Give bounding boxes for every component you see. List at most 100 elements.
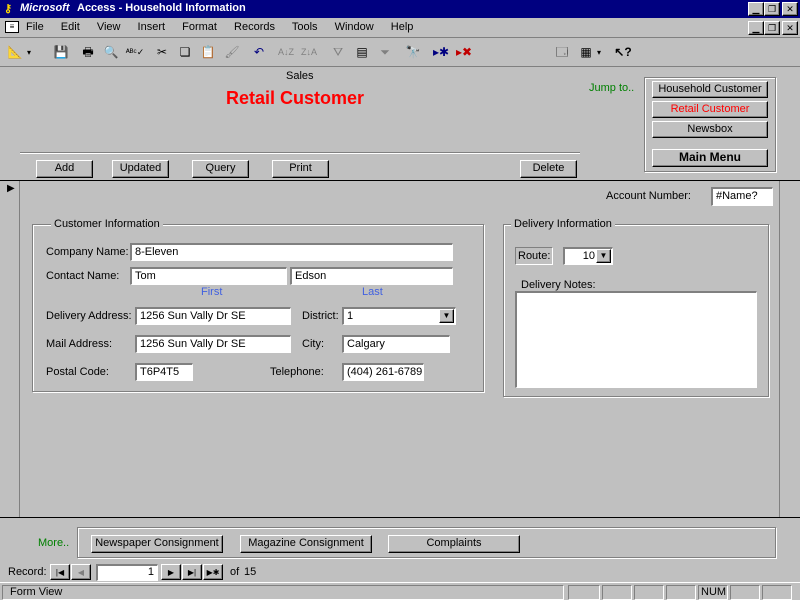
format-painter-icon[interactable]: 🖌 xyxy=(221,42,243,64)
menu-help[interactable]: Help xyxy=(391,21,414,33)
num-lock-panel: NUM xyxy=(698,585,728,600)
route-label: Route: xyxy=(518,250,551,262)
delivery-info-legend: Delivery Information xyxy=(511,218,615,230)
spell-check-icon[interactable]: ᴬᴮᶜ✓ xyxy=(124,42,146,64)
record-label: Record: xyxy=(8,566,47,578)
first-caption: First xyxy=(201,286,223,298)
doc-restore-icon[interactable]: ❐ xyxy=(764,21,780,35)
city-field[interactable]: Calgary xyxy=(342,335,450,353)
menu-insert[interactable]: Insert xyxy=(138,21,166,33)
last-caption: Last xyxy=(362,286,383,298)
help-icon[interactable]: ↖? xyxy=(612,42,634,64)
sort-descending-icon[interactable]: Z↓A xyxy=(298,42,320,64)
menu-edit[interactable]: Edit xyxy=(61,21,80,33)
cut-icon[interactable]: ✂ xyxy=(151,42,173,64)
main-menu-button[interactable]: Main Menu xyxy=(652,149,768,167)
window-title: Access - Household Information xyxy=(77,2,246,14)
postal-code-field[interactable]: T6P4T5 xyxy=(135,363,193,381)
status-panel-1 xyxy=(568,585,600,600)
last-record-icon[interactable]: ▶| xyxy=(182,564,202,580)
magazine-consignment-button[interactable]: Magazine Consignment xyxy=(240,535,372,553)
newspaper-consignment-button[interactable]: Newspaper Consignment xyxy=(91,535,223,553)
menu-tools[interactable]: Tools xyxy=(292,21,318,33)
status-panel-2 xyxy=(602,585,632,600)
add-button[interactable]: Add xyxy=(36,160,93,178)
header-divider xyxy=(20,152,580,154)
company-name-field[interactable]: 8-Eleven xyxy=(130,243,453,261)
new-object-dropdown-icon[interactable]: ▾ xyxy=(597,42,607,64)
new-record-nav-icon[interactable]: ▶✱ xyxy=(203,564,223,580)
print-preview-icon[interactable]: 🔍 xyxy=(100,42,122,64)
telephone-label: Telephone: xyxy=(270,366,324,378)
record-of-label: of xyxy=(230,566,240,578)
undo-icon[interactable]: ↶ xyxy=(248,42,270,64)
copy-icon[interactable]: ❏ xyxy=(174,42,196,64)
form-icon[interactable]: ≡ xyxy=(5,21,19,33)
next-record-icon[interactable]: ▶ xyxy=(161,564,181,580)
apply-filter-icon[interactable]: ⏷ xyxy=(374,42,396,64)
menu-format[interactable]: Format xyxy=(182,21,217,33)
delete-button[interactable]: Delete xyxy=(520,160,577,178)
delivery-address-label: Delivery Address: xyxy=(46,310,132,322)
last-name-field[interactable]: Edson xyxy=(290,267,453,285)
status-panel-6 xyxy=(762,585,792,600)
paste-icon[interactable]: 📋 xyxy=(197,42,219,64)
delivery-notes-field[interactable] xyxy=(515,291,757,388)
household-customer-button[interactable]: Household Customer xyxy=(652,81,768,98)
close-icon[interactable]: ✕ xyxy=(782,2,798,16)
view-dropdown-icon[interactable]: ▾ xyxy=(27,42,37,64)
updated-button[interactable]: Updated xyxy=(112,160,169,178)
complaints-button[interactable]: Complaints xyxy=(388,535,520,553)
doc-minimize-icon[interactable]: ▁ xyxy=(748,21,764,35)
filter-by-form-icon[interactable]: ▤ xyxy=(351,42,373,64)
record-navigation: Record: |◀ ◀ 1 ▶ ▶| ▶✱ of 15 xyxy=(0,562,800,582)
delete-record-icon[interactable]: ▸✖ xyxy=(453,42,475,64)
menu-records[interactable]: Records xyxy=(234,21,275,33)
filter-by-selection-icon[interactable]: ⛛ xyxy=(327,42,349,64)
district-label: District: xyxy=(302,310,339,322)
telephone-field[interactable]: (404) 261-6789 xyxy=(342,363,424,381)
record-total: 15 xyxy=(244,566,257,578)
page-title: Retail Customer xyxy=(226,88,365,108)
form-header: Sales Retail Customer Jump to.. Househol… xyxy=(0,68,800,180)
more-label: More.. xyxy=(38,537,70,549)
newsbox-button[interactable]: Newsbox xyxy=(652,121,768,138)
current-record-arrow-icon: ▶ xyxy=(7,183,15,194)
city-label: City: xyxy=(302,338,324,350)
record-selector[interactable]: ▶ xyxy=(0,181,20,517)
district-value: 1 xyxy=(347,310,354,322)
save-icon[interactable]: 💾 xyxy=(50,42,72,64)
menu-window[interactable]: Window xyxy=(335,21,374,33)
mail-address-field[interactable]: 1256 Sun Vally Dr SE xyxy=(135,335,291,353)
find-icon[interactable]: 🔭 xyxy=(402,42,424,64)
mail-address-label: Mail Address: xyxy=(46,338,113,350)
print-button[interactable]: Print xyxy=(272,160,329,178)
section-label: Sales xyxy=(286,70,314,82)
route-dropdown-icon[interactable]: ▼ xyxy=(596,249,611,263)
minimize-icon[interactable]: ▁ xyxy=(748,2,764,16)
new-record-icon[interactable]: ▸✱ xyxy=(430,42,452,64)
district-dropdown-icon[interactable]: ▼ xyxy=(439,309,454,323)
database-window-icon[interactable]: 🗔 xyxy=(551,42,573,64)
customer-info-legend: Customer Information xyxy=(51,218,163,230)
print-icon[interactable]: 🖶 xyxy=(77,42,99,64)
previous-record-icon[interactable]: ◀ xyxy=(71,564,91,580)
doc-close-icon[interactable]: ✕ xyxy=(782,21,798,35)
delivery-address-field[interactable]: 1256 Sun Vally Dr SE xyxy=(135,307,291,325)
status-panel-4 xyxy=(666,585,696,600)
menu-view[interactable]: View xyxy=(97,21,121,33)
header-detail-divider xyxy=(0,180,800,181)
restore-icon[interactable]: ❐ xyxy=(764,2,780,16)
query-button[interactable]: Query xyxy=(192,160,249,178)
design-view-icon[interactable]: 📐 xyxy=(4,42,26,64)
account-number-field[interactable]: #Name? xyxy=(711,187,773,206)
first-name-field[interactable]: Tom xyxy=(130,267,287,285)
menu-file[interactable]: File xyxy=(26,21,44,33)
first-record-icon[interactable]: |◀ xyxy=(50,564,70,580)
retail-customer-button[interactable]: Retail Customer xyxy=(652,101,768,118)
menu-bar: ≡ File Edit View Insert Format Records T… xyxy=(0,18,800,38)
jump-to-label: Jump to.. xyxy=(589,82,635,94)
current-record-field[interactable]: 1 xyxy=(96,564,158,581)
sort-ascending-icon[interactable]: A↓Z xyxy=(275,42,297,64)
new-object-icon[interactable]: ▦ xyxy=(575,42,597,64)
